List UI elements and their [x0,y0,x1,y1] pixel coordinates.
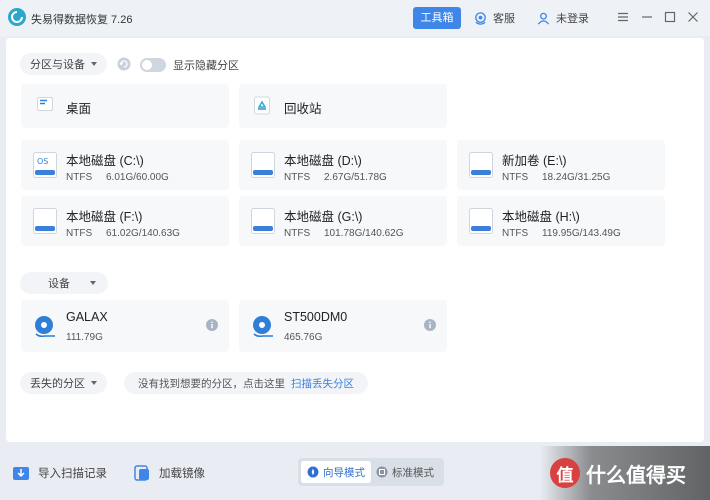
drive-usage: 101.78G/140.62G [324,228,404,239]
grid-icon [376,466,388,478]
login-label: 未登录 [556,13,589,25]
standard-mode-label: 标准模式 [392,466,434,479]
device-card-galax[interactable]: GALAX 111.79G [21,300,229,352]
mount-label: 加载镜像 [159,468,205,480]
drive-icon [251,208,275,234]
device-size: 465.76G [284,332,323,343]
compass-icon [307,466,319,478]
drive-usage: 61.02G/140.63G [106,228,180,239]
drive-name: 新加卷 (E:\) [502,154,567,168]
hidden-partition-toggle-row: 显示隐藏分区 [140,57,239,73]
drive-card-e[interactable]: 新加卷 (E:\) NTFS 18.24G/31.25G [457,140,665,190]
toolbox-button[interactable]: 工具箱 [413,7,461,29]
lost-partition-hint: 没有找到想要的分区，点击这里 扫描丢失分区 [124,372,368,394]
drive-icon [469,208,493,234]
quick-item-label: 桌面 [66,102,92,116]
drive-filesystem: NTFS [66,172,93,183]
import-scan-record-button[interactable]: 导入扫描记录 [12,464,107,482]
title-bar: 失易得数据恢复 7.26 工具箱 客服 未登录 [0,0,710,36]
disk-image-icon [134,465,149,481]
quick-item-desktop[interactable]: 桌面 [21,84,229,128]
menu-icon [618,12,628,22]
standard-mode-button[interactable]: 标准模式 [370,461,440,483]
devices-dropdown-label: 设备 [48,278,70,290]
info-icon[interactable] [206,319,218,331]
drive-name: 本地磁盘 (H:\) [502,210,580,224]
lost-partitions-label: 丢失的分区 [30,378,85,390]
user-icon [537,12,550,25]
os-drive-icon: OS [33,152,57,178]
login-button[interactable]: 未登录 [536,9,589,27]
support-label: 客服 [493,13,515,25]
drive-filesystem: NTFS [66,228,93,239]
wizard-mode-label: 向导模式 [323,466,365,479]
svg-text:OS: OS [37,157,48,166]
import-label: 导入扫描记录 [38,468,107,480]
drive-card-f[interactable]: 本地磁盘 (F:\) NTFS 61.02G/140.63G [21,196,229,246]
drive-filesystem: NTFS [284,172,311,183]
scan-lost-partitions-link[interactable]: 扫描丢失分区 [291,376,354,391]
partitions-dropdown-label: 分区与设备 [30,59,85,71]
watermark-text: 什么值得买 [586,464,686,487]
quick-item-label: 回收站 [284,102,322,116]
device-name: GALAX [66,310,108,324]
drive-name: 本地磁盘 (F:\) [66,210,143,224]
drive-filesystem: NTFS [502,172,529,183]
watermark-badge: 值 [550,458,580,488]
desktop-icon [37,97,53,111]
support-button[interactable]: 客服 [473,9,515,27]
show-hidden-label: 显示隐藏分区 [173,60,239,72]
app-logo-icon [8,8,26,26]
recycle-bin-icon [254,96,270,115]
drive-usage: 18.24G/31.25G [542,172,611,183]
drive-usage: 2.67G/51.78G [324,172,387,183]
disk-device-icon [35,316,55,338]
drive-card-d[interactable]: 本地磁盘 (D:\) NTFS 2.67G/51.78G [239,140,447,190]
close-button[interactable] [686,10,700,24]
drive-icon [33,208,57,234]
device-name: ST500DM0 [284,310,348,324]
partitions-dropdown[interactable]: 分区与设备 [20,53,107,75]
minimize-button[interactable] [640,10,654,24]
drive-filesystem: NTFS [284,228,311,239]
chevron-down-icon [91,381,97,385]
drive-card-h[interactable]: 本地磁盘 (H:\) NTFS 119.95G/143.49G [457,196,665,246]
refresh-icon[interactable] [117,57,131,71]
quick-item-recycle-bin[interactable]: 回收站 [239,84,447,128]
menu-button[interactable] [616,10,630,24]
drive-name: 本地磁盘 (G:\) [284,210,363,224]
mode-switch: 向导模式 标准模式 [298,458,444,486]
wizard-mode-button[interactable]: 向导模式 [301,461,371,483]
drive-icon [469,152,493,178]
drive-card-g[interactable]: 本地磁盘 (G:\) NTFS 101.78G/140.62G [239,196,447,246]
drive-icon [251,152,275,178]
import-icon [13,467,29,480]
maximize-icon [664,11,676,23]
disk-device-icon [253,316,273,338]
mount-image-button[interactable]: 加载镜像 [133,464,205,482]
drive-usage: 119.95G/143.49G [542,228,621,239]
drive-usage: 6.01G/60.00G [106,172,169,183]
device-size: 111.79G [66,332,103,343]
watermark: 值 什么值得买 [540,446,710,500]
device-card-st500dm0[interactable]: ST500DM0 465.76G [239,300,447,352]
chevron-down-icon [90,281,96,285]
info-icon[interactable] [424,319,436,331]
lost-partitions-dropdown[interactable]: 丢失的分区 [20,372,107,394]
app-title: 失易得数据恢复 7.26 [31,14,133,26]
drive-name: 本地磁盘 (D:\) [284,154,362,168]
devices-dropdown[interactable]: 设备 [20,272,108,294]
minimize-icon [642,16,652,18]
chevron-down-icon [91,62,97,66]
drive-name: 本地磁盘 (C:\) [66,154,144,168]
support-icon [475,11,486,25]
show-hidden-toggle[interactable] [140,58,166,72]
drive-card-c[interactable]: OS 本地磁盘 (C:\) NTFS 6.01G/60.00G [21,140,229,190]
maximize-button[interactable] [663,10,677,24]
drive-filesystem: NTFS [502,228,529,239]
main-panel: 分区与设备 显示隐藏分区 桌面 回收站 OS 本地磁盘 (C:\) NTFS 6… [6,38,704,442]
lost-hint-text: 没有找到想要的分区，点击这里 [138,377,285,390]
close-icon [688,12,698,22]
